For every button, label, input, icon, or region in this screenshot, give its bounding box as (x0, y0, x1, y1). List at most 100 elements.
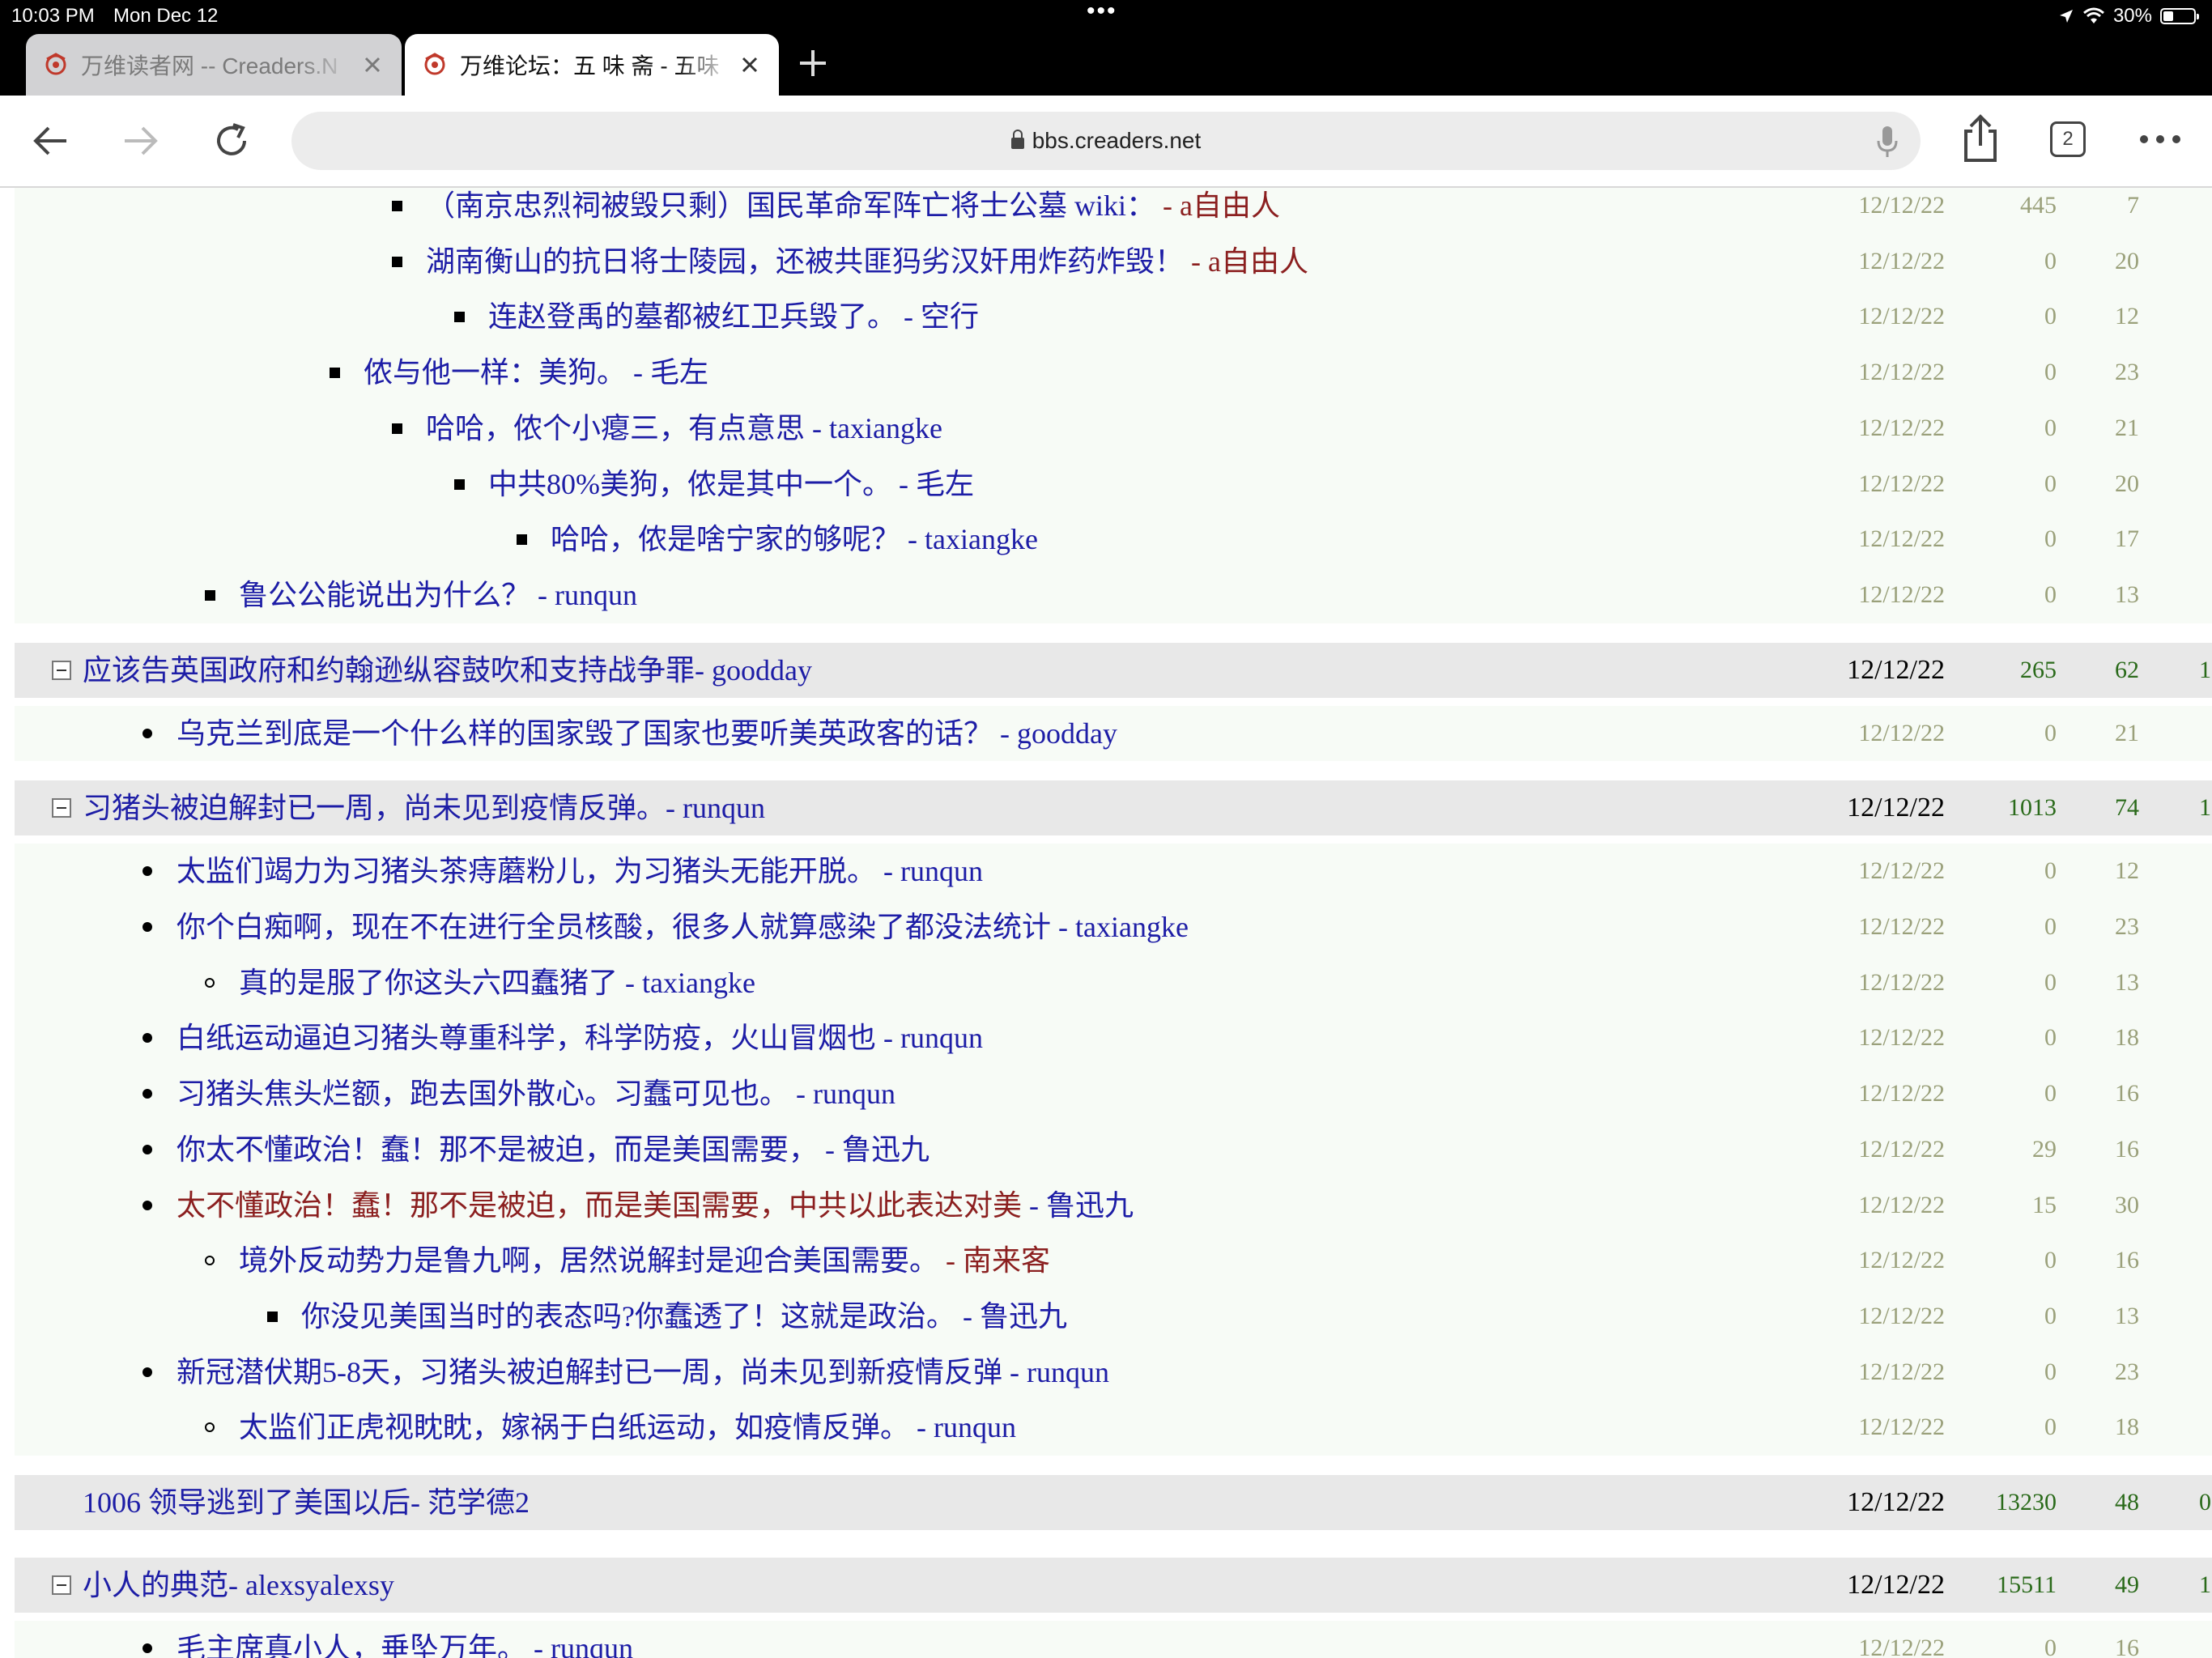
reply-title-link[interactable]: 哈哈，侬个小瘪三，有点意思 - taxiangke (426, 401, 942, 456)
reply-author[interactable]: - runqun (876, 855, 983, 887)
square-bullet-icon (392, 201, 402, 211)
thread-extra-count: 0 (2199, 1489, 2211, 1516)
reply-row: 鲁公公能说出为什么？ - runqun 12/12/22 0 13 (0, 568, 2212, 623)
reply-title-link[interactable]: 毛主席真小人，垂坠万年。 - runqun (177, 1621, 633, 1658)
reply-author[interactable]: - taxiangke (900, 523, 1038, 555)
thread-title-link[interactable]: 应该告英国政府和约翰逊纵容鼓吹和支持战争罪- goodday (83, 643, 812, 698)
reply-title-link[interactable]: 你太不懂政治！蠢！那不是被迫，而是美国需要， - 鲁迅九 (177, 1122, 929, 1177)
reply-replies: 12 (2115, 303, 2139, 330)
reply-title-link[interactable]: 新冠潜伏期5-8天，习猪头被迫解封已一周，尚未见到新疫情反弹 - runqun (177, 1345, 1109, 1400)
reply-author[interactable]: - runqun (530, 579, 637, 611)
reply-title-text: 中共80%美狗，侬是其中一个。 (488, 467, 891, 500)
reply-author[interactable]: - 南来客 (938, 1244, 1050, 1277)
thread-author[interactable]: - goodday (695, 654, 812, 687)
address-bar[interactable]: bbs.creaders.net (291, 112, 1921, 170)
reply-title-text: 境外反动势力是鲁九啊，居然说解封是迎合美国需要。 (239, 1244, 939, 1278)
reply-author[interactable]: - goodday (993, 717, 1117, 750)
reply-replies: 23 (2115, 1358, 2139, 1385)
reply-views: 0 (2044, 1080, 2057, 1107)
forward-arrow-icon[interactable] (117, 118, 162, 164)
browser-tab-2-active[interactable]: 万维论坛：五 味 斋 - 五味 (405, 34, 779, 96)
reply-title-link[interactable]: 太监们正虎视眈眈，嫁祸于白纸运动，如疫情反弹。 - runqun (239, 1400, 1016, 1455)
close-tab-icon[interactable] (359, 52, 385, 78)
reply-author[interactable]: - 毛左 (891, 468, 974, 500)
reply-title-link[interactable]: 白纸运动逼迫习猪头尊重科学，科学防疫，火山冒烟也 - runqun (177, 1010, 983, 1065)
reply-title-link[interactable]: （南京忠烈祠被毁只剩）国民革命军阵亡将士公墓 wiki： - a自由人 (426, 188, 1280, 233)
close-tab-icon[interactable] (737, 52, 763, 78)
reply-row: 白纸运动逼迫习猪头尊重科学，科学防疫，火山冒烟也 - runqun 12/12/2… (0, 1010, 2212, 1065)
reply-title-link[interactable]: 太监们竭力为习猪头茶痔蘑粉儿，为习猪头无能开脱。 - runqun (177, 844, 983, 899)
circle-bullet-icon (205, 977, 215, 988)
tab-count-button[interactable]: 2 (2050, 121, 2086, 157)
thread-date: 12/12/22 (1847, 1570, 1945, 1600)
reply-replies: 16 (2115, 1247, 2139, 1274)
reply-title-link[interactable]: 习猪头焦头烂额，跑去国外散心。习蠢可见也。 - runqun (177, 1066, 895, 1121)
reply-title-text: 哈哈，侬个小瘪三，有点意思 (426, 411, 806, 444)
reply-author[interactable]: - a自由人 (1155, 189, 1280, 222)
browser-tab-1[interactable]: 万维读者网 -- Creaders.N (26, 34, 402, 96)
disc-bullet-icon (143, 1367, 152, 1377)
reply-author[interactable]: - taxiangke (1051, 911, 1189, 943)
reply-title-link[interactable]: 你没见美国当时的表态吗?你蠢透了！这就是政治。 - 鲁迅九 (301, 1289, 1067, 1344)
reply-title-link[interactable]: 你个白痴啊，现在不在进行全员核酸，很多人就算感染了都没法统计 - taxiang… (177, 899, 1189, 954)
reply-title-link[interactable]: 湖南衡山的抗日将士陵园，还被共匪犸劣汉奸用炸药炸毁！ - a自由人 (426, 234, 1308, 289)
new-tab-plus-icon[interactable] (795, 45, 831, 81)
thread-title-link[interactable]: 1006 领导逃到了美国以后- 范学德2 (83, 1475, 530, 1530)
reply-views: 0 (2044, 1024, 2057, 1052)
reply-author[interactable]: - taxiangke (805, 412, 942, 444)
share-icon[interactable] (1958, 113, 2003, 165)
reply-title-link[interactable]: 中共80%美狗，侬是其中一个。 - 毛左 (488, 457, 974, 512)
reply-title-link[interactable]: 太不懂政治！蠢！那不是被迫，而是美国需要，中共以此表达对美 - 鲁迅九 (177, 1178, 1134, 1233)
thread-replies: 49 (2115, 1571, 2139, 1598)
reply-author[interactable]: - runqun (876, 1022, 983, 1054)
reply-author[interactable]: - runqun (789, 1078, 895, 1110)
reply-views: 0 (2044, 1247, 2057, 1274)
thread-author[interactable]: - 范学德2 (410, 1486, 530, 1519)
reply-date: 12/12/22 (1858, 414, 1945, 441)
reply-title-text: （南京忠烈祠被毁只剩）国民革命军阵亡将士公墓 wiki： (426, 189, 1156, 222)
multitask-dots-icon[interactable]: ••• (1087, 0, 1117, 28)
reply-author[interactable]: - 鲁迅九 (818, 1133, 929, 1166)
reply-author[interactable]: - runqun (909, 1411, 1016, 1443)
reply-author[interactable]: - runqun (1002, 1356, 1109, 1388)
reply-views: 445 (2020, 192, 2057, 219)
collapse-toggle-icon[interactable] (52, 660, 71, 680)
reply-title-link[interactable]: 连赵登禹的墓都被红卫兵毁了。 - 空行 (488, 289, 979, 344)
back-arrow-icon[interactable] (29, 118, 74, 164)
reply-title-link[interactable]: 境外反动势力是鲁九啊，居然说解封是迎合美国需要。 - 南来客 (239, 1233, 1050, 1288)
reply-title-link[interactable]: 哈哈，侬是啥宁家的够呢？ - taxiangke (551, 512, 1038, 567)
reply-title-link[interactable]: 真的是服了你这头六四蠢猪了 - taxiangke (239, 955, 755, 1010)
reply-title-text: 乌克兰到底是一个什么样的国家毁了国家也要听美英政客的话？ (177, 716, 993, 750)
microphone-icon[interactable] (1875, 125, 1899, 159)
reply-views: 0 (2044, 913, 2057, 940)
reply-title-link[interactable]: 鲁公公能说出为什么？ - runqun (239, 568, 637, 623)
reply-replies: 18 (2115, 1414, 2139, 1441)
thread-header-row: 应该告英国政府和约翰逊纵容鼓吹和支持战争罪- goodday 12/12/22 26… (15, 642, 2212, 698)
reply-replies: 20 (2115, 247, 2139, 274)
collapse-toggle-icon[interactable] (52, 798, 71, 818)
thread-title-link[interactable]: 习猪头被迫解封已一周，尚未见到疫情反弹。- runqun (83, 780, 765, 835)
thread-author[interactable]: - alexsyalexsy (228, 1569, 394, 1601)
reply-title-text: 太不懂政治！蠢！那不是被迫，而是美国需要，中共以此表达对美 (177, 1188, 1023, 1222)
collapse-toggle-icon[interactable] (52, 1575, 71, 1595)
square-bullet-icon (330, 368, 340, 379)
reply-author[interactable]: - 鲁迅九 (1022, 1189, 1134, 1222)
thread-author[interactable]: - runqun (666, 792, 765, 824)
reply-author[interactable]: - taxiangke (618, 967, 755, 999)
reply-date: 12/12/22 (1858, 580, 1945, 608)
reply-title-link[interactable]: 乌克兰到底是一个什么样的国家毁了国家也要听美英政客的话？ - goodday (177, 706, 1117, 761)
reply-views: 0 (2044, 1635, 2057, 1658)
reply-author[interactable]: - runqun (526, 1632, 633, 1658)
reload-icon[interactable] (207, 117, 256, 165)
reply-replies: 21 (2115, 414, 2139, 441)
reply-author[interactable]: - 鲁迅九 (955, 1300, 1067, 1333)
reply-author[interactable]: - a自由人 (1184, 245, 1308, 278)
reply-date: 12/12/22 (1858, 1024, 1945, 1052)
more-options-icon[interactable] (2138, 130, 2183, 149)
thread-title-link[interactable]: 小人的典范- alexsyalexsy (83, 1558, 394, 1613)
reply-author[interactable]: - 空行 (896, 300, 979, 333)
lock-icon (1010, 130, 1024, 149)
reply-title-link[interactable]: 侬与他一样：美狗。 - 毛左 (364, 345, 708, 400)
thread-title-text: 1006 领导逃到了美国以后 (83, 1486, 411, 1519)
reply-author[interactable]: - 毛左 (626, 356, 708, 389)
